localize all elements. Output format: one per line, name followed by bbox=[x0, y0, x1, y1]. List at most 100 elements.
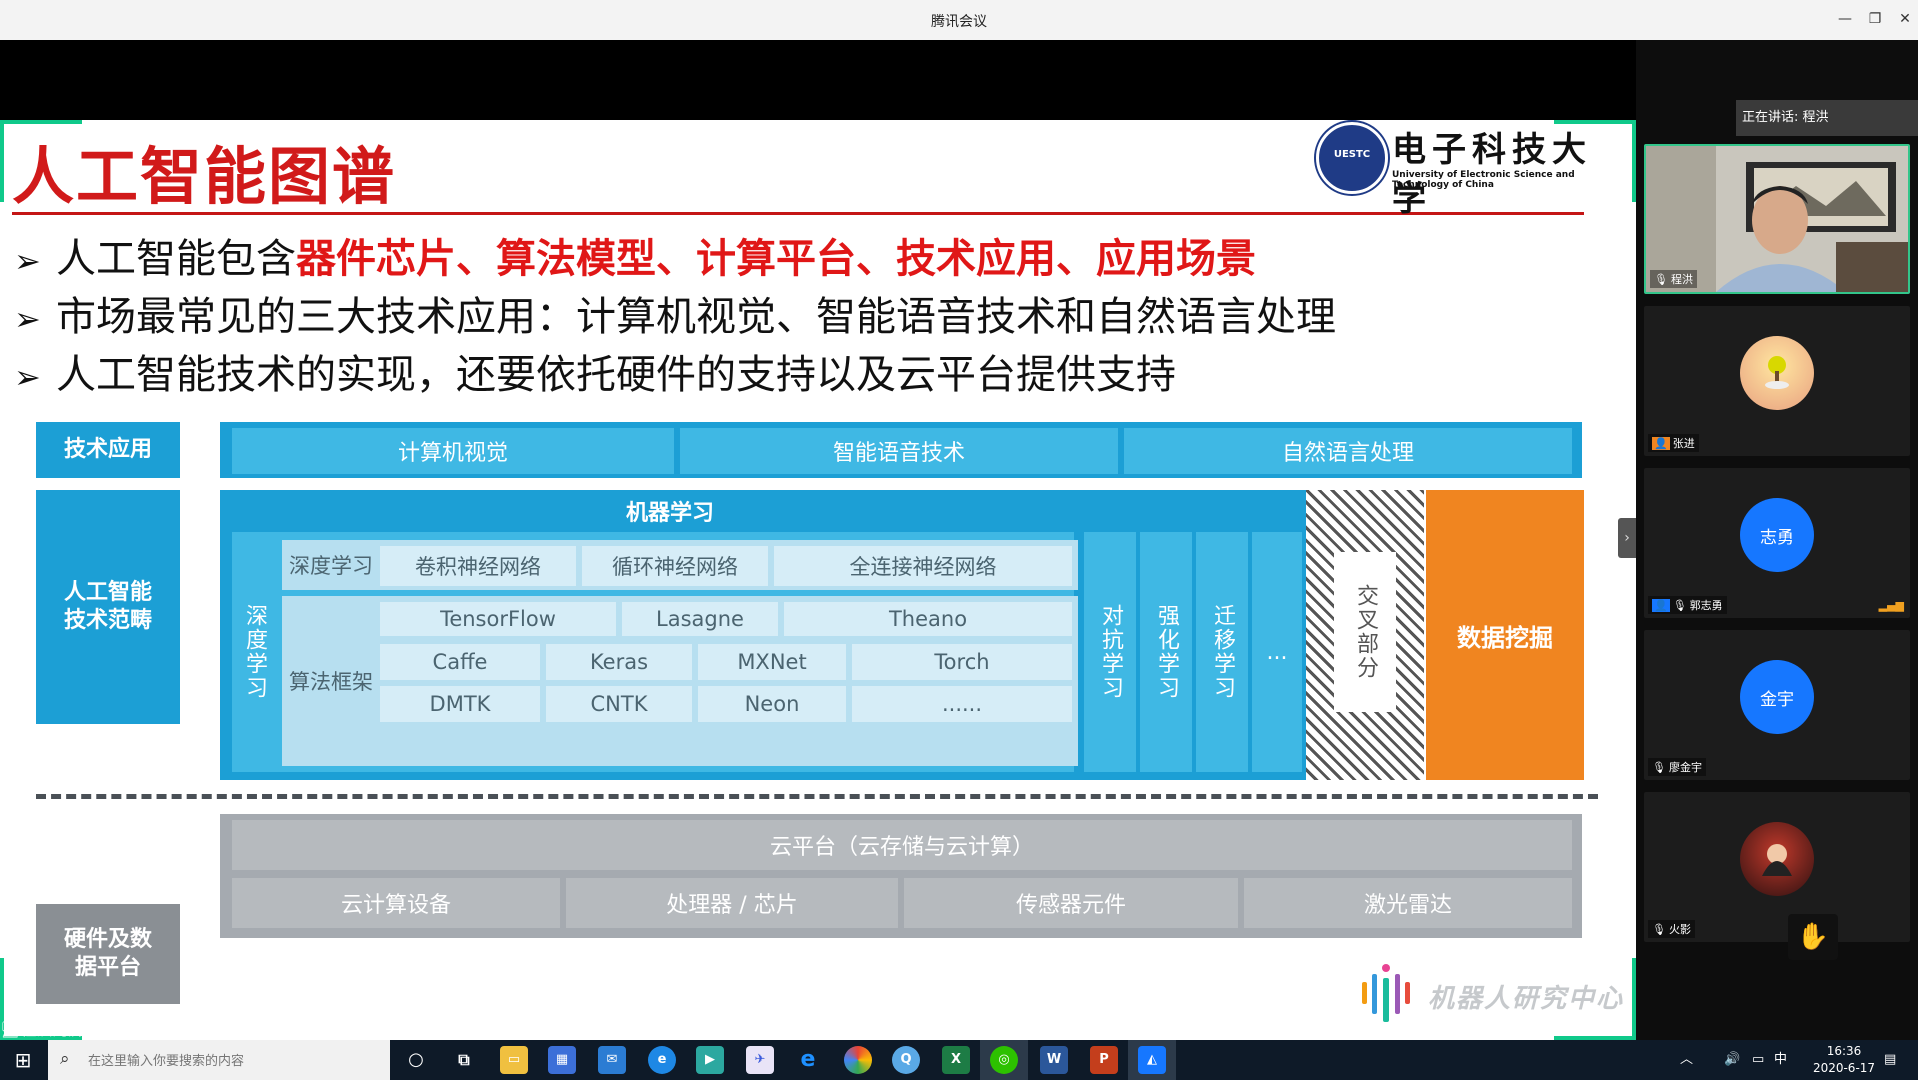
ai-map-diagram: 技术应用 人工智能 技术范畴 硬件及数 据平台 计算机视觉 智能语音技术 自然语… bbox=[36, 422, 1598, 1004]
raise-hand-icon[interactable]: ✋ bbox=[1788, 914, 1838, 960]
chrome-icon[interactable] bbox=[844, 1046, 872, 1074]
side-item: 对抗学习 bbox=[1084, 532, 1136, 772]
signal-icon: ▂▄▆ bbox=[1878, 599, 1904, 612]
clock-time: 16:36 bbox=[1826, 1044, 1862, 1058]
clock-date: 2020-6-17 bbox=[1812, 1061, 1876, 1075]
deep-item: 全连接神经网络 bbox=[774, 546, 1072, 586]
wechat-icon[interactable]: ◎ bbox=[990, 1046, 1018, 1074]
participant-tile[interactable]: 👤 张进 bbox=[1644, 306, 1910, 456]
row-label-scope: 人工智能 技术范畴 bbox=[36, 490, 180, 724]
cortana-icon[interactable]: ○ bbox=[402, 1046, 430, 1074]
participant-tile[interactable]: 🎙 火影 bbox=[1644, 792, 1910, 942]
tray-expand-icon[interactable]: ︿ bbox=[1680, 1040, 1693, 1080]
store-icon[interactable]: ▦ bbox=[548, 1046, 576, 1074]
avatar bbox=[1740, 336, 1814, 410]
framework-label: 算法框架 bbox=[286, 600, 376, 762]
participant-panel: 正在讲话: 程洪 🎙 程洪 👤 张进 志勇 👤 🎙 郭志勇 ▂▄▆ 金宇 🎙 廖金宇 bbox=[1636, 40, 1918, 1040]
microphone-icon: 🎙 bbox=[1672, 598, 1687, 612]
participant-name: 🎙 廖金宇 bbox=[1648, 758, 1706, 776]
powerpoint-icon[interactable]: P bbox=[1090, 1046, 1118, 1074]
framework-item: Caffe bbox=[380, 644, 540, 680]
qq-icon[interactable]: Q bbox=[892, 1046, 920, 1074]
framework-item: Lasagne bbox=[622, 602, 778, 636]
bullet-item: ➢ 市场最常见的三大技术应用：计算机视觉、智能语音技术和自然语言处理 bbox=[14, 288, 1336, 346]
row-label-hardware: 硬件及数 据平台 bbox=[36, 904, 180, 1004]
microphone-muted-icon: 🎙 bbox=[1652, 922, 1666, 936]
arrow-bullet-icon: ➢ bbox=[14, 358, 41, 396]
framework-item: ...... bbox=[852, 686, 1072, 722]
ml-title: 机器学习 bbox=[625, 501, 714, 526]
notification-icon[interactable]: ▤ bbox=[1884, 1040, 1896, 1080]
windows-start-icon[interactable]: ⊞ bbox=[0, 1040, 46, 1080]
excel-icon[interactable]: X bbox=[942, 1046, 970, 1074]
participant-tile[interactable]: 志勇 👤 🎙 郭志勇 ▂▄▆ bbox=[1644, 468, 1910, 618]
deep-label: 深度学习 bbox=[286, 544, 376, 586]
university-logo: UESTC 电子科技大学 University of Electronic Sc… bbox=[1316, 122, 1616, 219]
browser-icon[interactable]: e bbox=[648, 1046, 676, 1074]
search-icon: ⌕ bbox=[60, 1049, 70, 1069]
cloud-platform: 云平台（云存储与云计算） bbox=[232, 820, 1572, 870]
window-title: 腾讯会议 bbox=[931, 14, 987, 30]
participant-tile[interactable]: 金宇 🎙 廖金宇 bbox=[1644, 630, 1910, 780]
edge-icon[interactable]: e bbox=[794, 1046, 822, 1074]
deep-item: 卷积神经网络 bbox=[380, 546, 576, 586]
plant-avatar-icon bbox=[1765, 356, 1789, 389]
participant-name: 👤 张进 bbox=[1648, 434, 1699, 452]
side-item: ... bbox=[1252, 532, 1302, 772]
app-voice: 智能语音技术 bbox=[680, 428, 1118, 474]
participant-tile-video[interactable]: 🎙 程洪 bbox=[1644, 144, 1910, 294]
close-icon[interactable]: ✕ bbox=[1894, 8, 1916, 30]
deep-learning-vertical: 深度学习 bbox=[236, 536, 272, 768]
framework-item: CNTK bbox=[546, 686, 692, 722]
data-mining: 数据挖掘 bbox=[1426, 490, 1584, 780]
framework-item: Keras bbox=[546, 644, 692, 680]
participant-name: 👤 🎙 郭志勇 bbox=[1648, 596, 1727, 614]
hardware-item: 传感器元件 bbox=[904, 878, 1238, 928]
anime-avatar-icon bbox=[1762, 844, 1792, 876]
tencent-meeting-icon[interactable]: ◭ bbox=[1138, 1046, 1166, 1074]
restore-icon[interactable]: ❐ bbox=[1864, 8, 1886, 30]
university-name-en: University of Electronic Science and Tec… bbox=[1392, 170, 1575, 190]
participant-name: 🎙 程洪 bbox=[1650, 270, 1697, 288]
network-icon[interactable]: ▭ bbox=[1752, 1040, 1764, 1080]
taskbar-clock[interactable]: 16:36 2020-6-17 bbox=[1808, 1043, 1880, 1077]
task-view-icon[interactable]: ⧉ bbox=[450, 1046, 478, 1074]
volume-icon[interactable]: 🔊 bbox=[1724, 1040, 1740, 1080]
word-icon[interactable]: W bbox=[1040, 1046, 1068, 1074]
university-seal-icon: UESTC bbox=[1316, 122, 1388, 194]
ime-indicator[interactable]: 中 bbox=[1774, 1040, 1787, 1080]
bullet-list: ➢ 人工智能包含器件芯片、算法模型、计算平台、技术应用、应用场景 ➢ 市场最常见的三… bbox=[14, 230, 1336, 404]
speaking-indicator: 正在讲话: 程洪 bbox=[1736, 100, 1918, 136]
robot-center-logo: 机器人研究中心 bbox=[1356, 962, 1626, 1032]
avatar: 金宇 bbox=[1740, 660, 1814, 734]
window-title-bar: 腾讯会议 — ❐ ✕ bbox=[0, 0, 1918, 40]
hardware-item: 激光雷达 bbox=[1244, 878, 1572, 928]
hardware-item: 云计算设备 bbox=[232, 878, 560, 928]
screen-share-label: 🖥程洪的屏幕共享 bbox=[0, 1020, 133, 1039]
file-explorer-icon[interactable]: ▭ bbox=[500, 1046, 528, 1074]
framework-item: Theano bbox=[784, 602, 1072, 636]
avatar: 志勇 bbox=[1740, 498, 1814, 572]
mail-icon[interactable]: ✉ bbox=[598, 1046, 626, 1074]
taskbar-search[interactable]: ⌕ bbox=[48, 1040, 390, 1080]
participant-name: 🎙 火影 bbox=[1648, 920, 1695, 938]
arrow-bullet-icon: ➢ bbox=[14, 300, 41, 338]
minimize-icon[interactable]: — bbox=[1834, 8, 1856, 30]
side-item: 迁移学习 bbox=[1196, 532, 1248, 772]
media-player-icon[interactable]: ▶ bbox=[696, 1046, 724, 1074]
collapse-panel-button[interactable]: › bbox=[1618, 518, 1636, 558]
app-cv: 计算机视觉 bbox=[232, 428, 674, 474]
feishu-icon[interactable]: ✈ bbox=[746, 1046, 774, 1074]
framework-item: Neon bbox=[698, 686, 846, 722]
slide: 人工智能图谱 UESTC 电子科技大学 University of Electr… bbox=[0, 120, 1636, 1040]
section-divider bbox=[36, 794, 1598, 799]
slide-title: 人工智能图谱 bbox=[12, 140, 397, 213]
framework-item: Torch bbox=[852, 644, 1072, 680]
screen-share-icon: 🖥 bbox=[0, 1020, 21, 1039]
framework-item: DMTK bbox=[380, 686, 540, 722]
bullet-item: ➢ 人工智能技术的实现，还要依托硬件的支持以及云平台提供支持 bbox=[14, 346, 1336, 404]
hardware-item: 处理器 / 芯片 bbox=[566, 878, 898, 928]
cross-label: 交叉部分 bbox=[1334, 552, 1396, 712]
search-input[interactable] bbox=[86, 1049, 380, 1073]
user-icon: 👤 bbox=[1652, 598, 1670, 612]
